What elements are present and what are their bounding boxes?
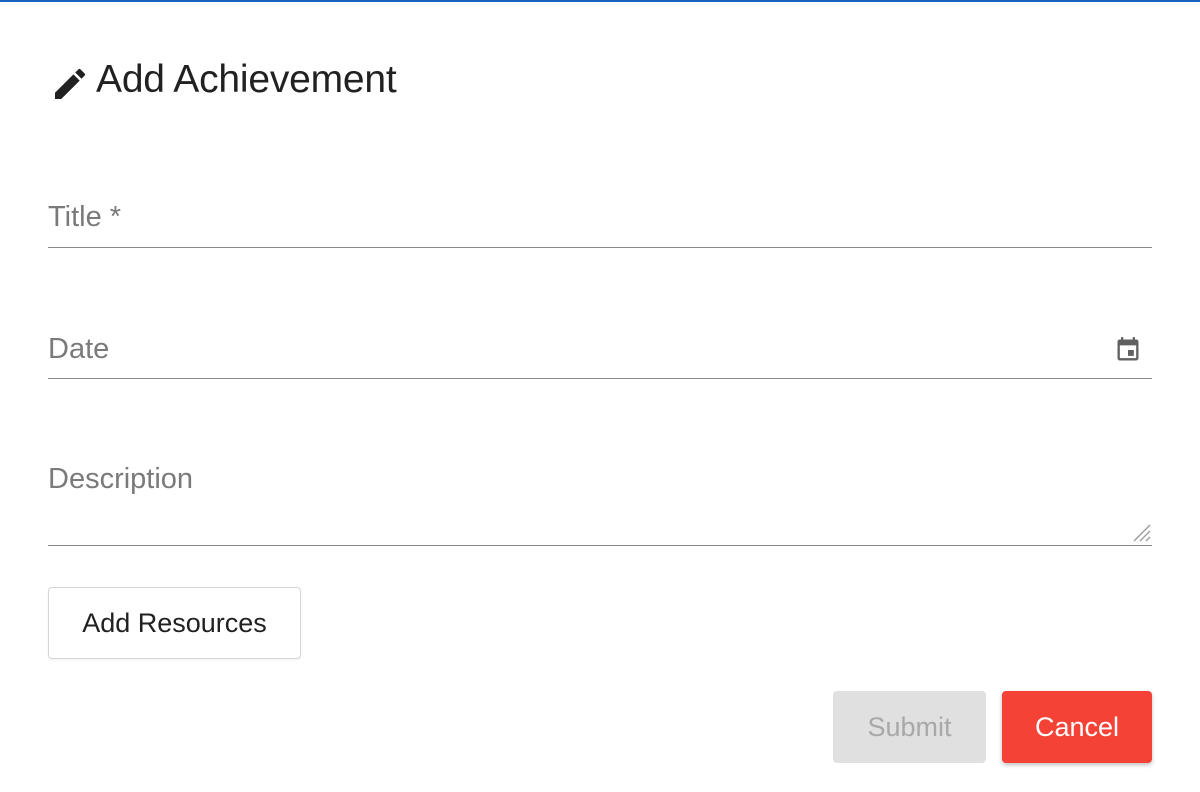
- title-field[interactable]: Title *: [48, 188, 1152, 248]
- date-field[interactable]: Date: [48, 320, 1152, 379]
- add-resources-button[interactable]: Add Resources: [48, 587, 301, 659]
- description-field[interactable]: Description: [48, 450, 1152, 546]
- add-achievement-dialog: Add Achievement Title * Date Description…: [0, 0, 1200, 792]
- date-input[interactable]: [48, 320, 1152, 378]
- pencil-icon: [50, 64, 90, 104]
- calendar-icon[interactable]: [1114, 336, 1142, 364]
- dialog-title: Add Achievement: [96, 58, 397, 101]
- submit-button[interactable]: Submit: [833, 691, 986, 763]
- description-textarea[interactable]: [48, 450, 1152, 545]
- dialog-header: Add Achievement: [50, 56, 397, 104]
- title-input[interactable]: [48, 188, 1152, 247]
- resize-handle-icon[interactable]: [1130, 521, 1152, 543]
- cancel-button[interactable]: Cancel: [1002, 691, 1152, 763]
